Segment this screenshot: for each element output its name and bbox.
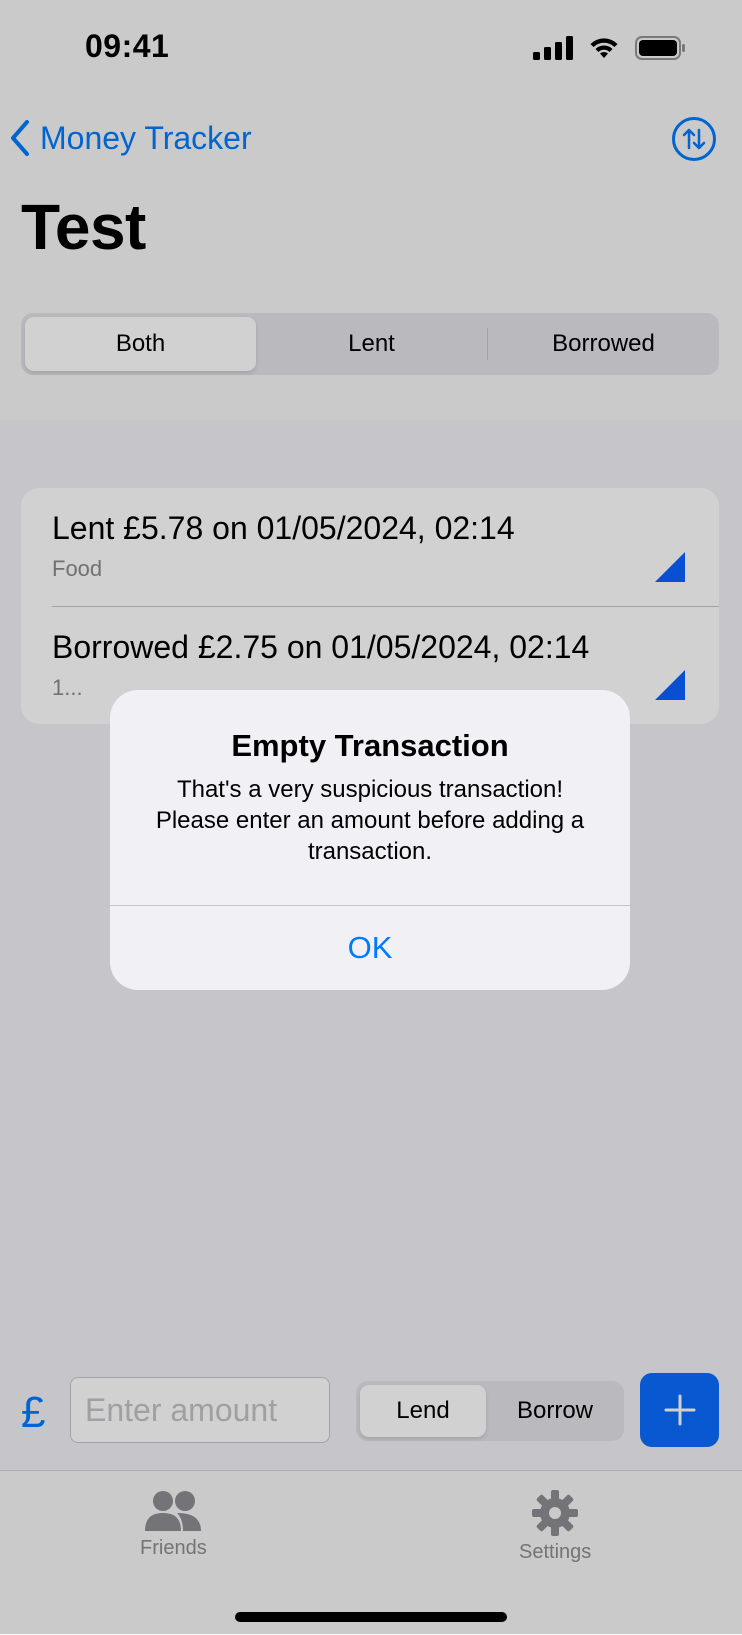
alert-dialog: Empty Transaction That's a very suspicio… (110, 690, 630, 990)
alert-title: Empty Transaction (231, 728, 509, 763)
alert-ok-button[interactable]: OK (110, 906, 630, 990)
alert-message: That's a very suspicious transaction! Pl… (155, 776, 585, 865)
